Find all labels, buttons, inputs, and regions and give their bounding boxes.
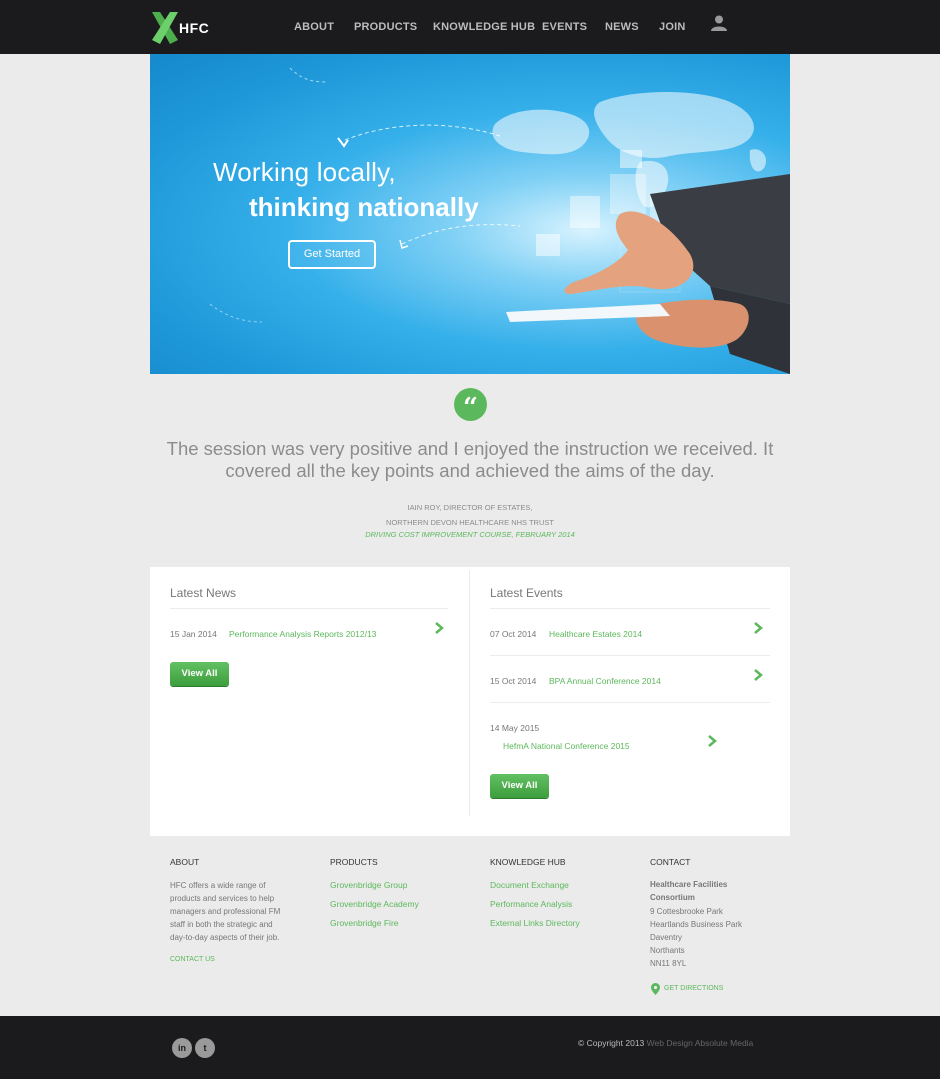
news-item-date: 15 Jan 2014 <box>170 629 217 639</box>
event-item-link[interactable]: HefmA National Conference 2015 <box>503 741 630 751</box>
footer-link-grovenbridge-group[interactable]: Grovenbridge Group <box>330 880 408 890</box>
footer-link-grovenbridge-academy[interactable]: Grovenbridge Academy <box>330 899 419 909</box>
bottom-bar <box>0 1016 940 1079</box>
twitter-icon[interactable]: t <box>195 1038 215 1058</box>
testimonial-author-org: NORTHERN DEVON HEALTHCARE NHS TRUST <box>386 518 554 527</box>
testimonial-quote: The session was very positive and I enjo… <box>166 438 774 481</box>
nav-products[interactable]: PRODUCTS <box>354 21 417 33</box>
hero-heading-line1: Working locally, <box>213 157 396 187</box>
footer-link-external-links-directory[interactable]: External Links Directory <box>490 918 580 928</box>
hfc-logo-mark-icon <box>152 12 178 44</box>
event-item-date: 07 Oct 2014 <box>490 629 537 639</box>
footer-contact-org-line: Healthcare Facilities <box>650 880 728 889</box>
nav-knowledge-hub[interactable]: KNOWLEDGE HUB <box>433 21 535 33</box>
column-divider <box>469 570 470 816</box>
footer-contact-org-line: Consortium <box>650 893 695 902</box>
events-view-all-button[interactable]: View All <box>490 774 549 798</box>
address-line: NN11 8YL <box>650 959 687 968</box>
copyright-label: © Copyright 2013 <box>578 1038 645 1048</box>
chevron-right-icon[interactable] <box>753 622 763 634</box>
contact-us-link[interactable]: CONTACT US <box>170 956 215 963</box>
footer-about-line: day-to-day aspects of their job. <box>170 933 280 942</box>
divider <box>490 655 770 656</box>
footer-contact-address: 9 Cottesbrooke Park Heartlands Business … <box>650 905 742 970</box>
divider <box>490 702 770 703</box>
divider <box>170 608 448 609</box>
footer-about-line: products and services to help <box>170 894 275 903</box>
web-design-credit-link[interactable]: Web Design Absolute Media <box>647 1038 754 1048</box>
footer-link-grovenbridge-fire[interactable]: Grovenbridge Fire <box>330 918 399 928</box>
copyright-text: © Copyright 2013 Web Design Absolute Med… <box>578 1038 753 1048</box>
testimonial-course: DRIVING COST IMPROVEMENT COURSE, FEBRUAR… <box>365 530 575 539</box>
get-directions-label[interactable]: GET DIRECTIONS <box>664 985 723 992</box>
linkedin-icon[interactable]: in <box>172 1038 192 1058</box>
nav-news[interactable]: NEWS <box>605 21 639 33</box>
twitter-glyph: t <box>203 1043 207 1053</box>
nav-about[interactable]: ABOUT <box>294 21 334 33</box>
testimonial-author: IAIN ROY, DIRECTOR OF ESTATES, NORTHERN … <box>150 500 790 530</box>
footer-contact-org: Healthcare Facilities Consortium <box>650 878 727 904</box>
footer-about-line: managers and professional FM <box>170 907 281 916</box>
latest-events-title: Latest Events <box>490 586 563 600</box>
footer-knowledge-hub-heading: KNOWLEDGE HUB <box>490 857 566 867</box>
footer-about-line: staff in both the strategic and <box>170 920 273 929</box>
news-view-all-button[interactable]: View All <box>170 662 229 686</box>
footer-link-document-exchange[interactable]: Document Exchange <box>490 880 569 890</box>
footer-contact-heading: CONTACT <box>650 857 691 867</box>
address-line: Heartlands Business Park <box>650 920 743 929</box>
get-started-button[interactable]: Get Started <box>288 240 376 269</box>
event-item-date: 14 May 2015 <box>490 723 540 733</box>
latest-news-title: Latest News <box>170 586 237 600</box>
quote-icon: “ <box>454 388 487 423</box>
chevron-right-icon[interactable] <box>753 669 763 681</box>
footer-about-line: HFC offers a wide range of <box>170 881 266 890</box>
testimonial-author-name: IAIN ROY, DIRECTOR OF ESTATES, <box>407 503 533 512</box>
linkedin-glyph: in <box>178 1043 186 1053</box>
nav-join[interactable]: JOIN <box>659 21 685 33</box>
logo-text: HFC <box>179 20 210 36</box>
chevron-right-icon[interactable] <box>434 622 444 634</box>
footer-about-text: HFC offers a wide range of products and … <box>170 879 280 944</box>
event-item-link[interactable]: BPA Annual Conference 2014 <box>549 676 661 686</box>
nav-events[interactable]: EVENTS <box>542 21 587 33</box>
address-line: 9 Cottesbrooke Park <box>650 907 723 916</box>
map-pin-icon <box>651 983 660 995</box>
divider <box>490 608 770 609</box>
address-line: Daventry <box>650 933 683 942</box>
footer-about-heading: ABOUT <box>170 857 200 867</box>
hero-banner: Working locally, thinking nationally Get… <box>150 54 790 374</box>
hero-heading-line2: thinking nationally <box>249 192 479 222</box>
event-item-date: 15 Oct 2014 <box>490 676 537 686</box>
top-navigation-bar: HFC ABOUT PRODUCTS KNOWLEDGE HUB EVENTS … <box>0 0 940 54</box>
logo[interactable]: HFC <box>150 10 212 46</box>
address-line: Northants <box>650 946 685 955</box>
footer-link-performance-analysis[interactable]: Performance Analysis <box>490 899 572 909</box>
footer-products-heading: PRODUCTS <box>330 857 378 867</box>
news-item-link[interactable]: Performance Analysis Reports 2012/13 <box>229 629 376 639</box>
event-item-link[interactable]: Healthcare Estates 2014 <box>549 629 642 639</box>
user-icon[interactable] <box>710 14 728 32</box>
chevron-right-icon[interactable] <box>707 735 717 747</box>
